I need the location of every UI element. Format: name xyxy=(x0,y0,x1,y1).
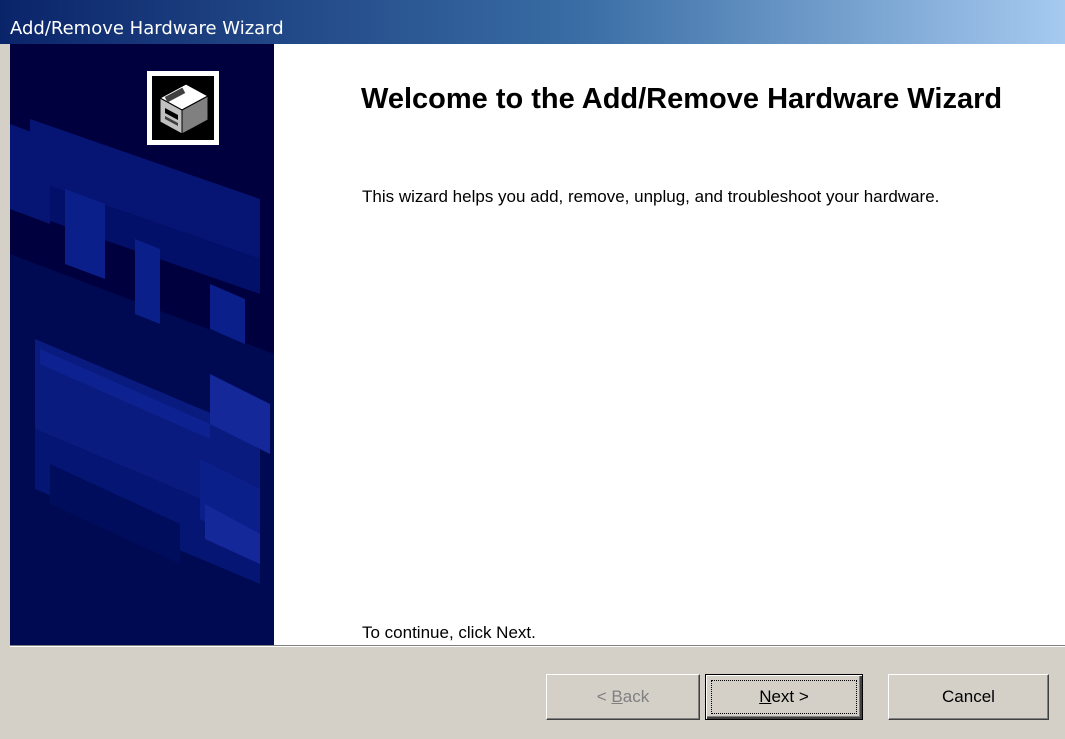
continue-hint: To continue, click Next. xyxy=(362,623,536,642)
cancel-button[interactable]: Cancel xyxy=(888,674,1049,720)
back-button[interactable]: < Back xyxy=(546,674,700,720)
focus-rectangle xyxy=(711,680,857,714)
wizard-side-banner xyxy=(10,44,274,646)
footer-separator-highlight xyxy=(10,646,1065,647)
wizard-description: This wizard helps you add, remove, unplu… xyxy=(362,187,940,206)
next-button[interactable]: Next > xyxy=(705,674,863,720)
window-title: Add/Remove Hardware Wizard xyxy=(10,18,284,39)
wizard-body xyxy=(10,44,1065,646)
hardware-drive-icon xyxy=(147,71,219,145)
page-title: Welcome to the Add/Remove Hardware Wizar… xyxy=(361,83,1003,115)
hardware-illustration xyxy=(10,119,274,646)
add-remove-hardware-wizard-window: Add/Remove Hardware Wizard Welcome to th… xyxy=(0,0,1065,739)
title-bar[interactable]: Add/Remove Hardware Wizard xyxy=(0,0,1065,44)
